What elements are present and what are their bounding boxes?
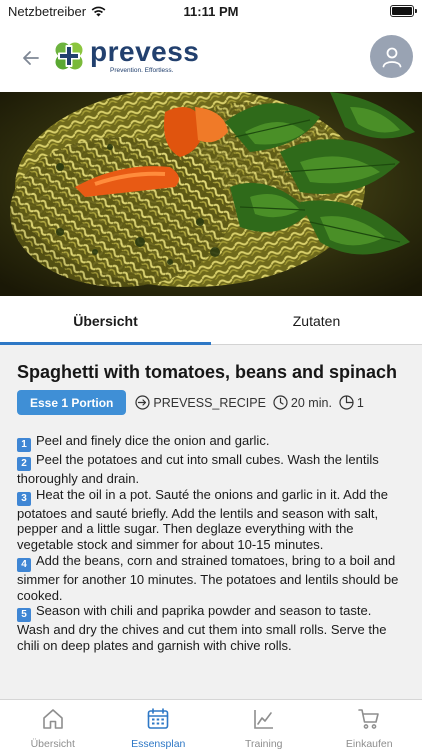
recipe-steps: 1 Peel and finely dice the onion and garl… <box>17 433 405 654</box>
profile-avatar-button[interactable] <box>370 35 413 78</box>
battery-icon <box>390 5 417 17</box>
home-icon <box>42 709 63 729</box>
step-text: Add the beans, corn and strained tomatoe… <box>17 552 399 603</box>
recipe-photo <box>0 92 422 296</box>
chart-icon <box>253 710 273 729</box>
step-text: Peel and finely dice the onion and garli… <box>36 433 270 448</box>
recipe-servings-label: 1 <box>356 395 364 410</box>
step-number-badge: 2 <box>17 457 31 471</box>
status-bar: Netzbetreiber 11:11 PM <box>0 0 422 22</box>
recipe-title: Spaghetti with tomatoes, beans and spina… <box>17 362 398 382</box>
cart-icon <box>358 709 380 729</box>
app-header: prevess Prevention. Effortless. <box>0 22 422 92</box>
clock: 11:11 PM <box>183 4 239 19</box>
pie-portion-icon <box>339 395 354 410</box>
tab-zutaten[interactable]: Zutaten <box>211 296 422 345</box>
tab-uebersicht[interactable]: Übersicht <box>0 296 211 345</box>
recipe-content: Spaghetti with tomatoes, beans and spina… <box>0 345 422 699</box>
nav-label: Übersicht <box>30 738 75 750</box>
recipe-step: 1 Peel and finely dice the onion and garl… <box>17 433 405 452</box>
nav-einkaufen[interactable]: Einkaufen <box>317 700 422 750</box>
recipe-tabs: Übersicht Zutaten <box>0 296 422 345</box>
step-number-badge: 5 <box>17 608 31 623</box>
step-text: Season with chili and paprika powder and… <box>17 603 387 653</box>
nav-label: Training <box>244 738 283 750</box>
step-number-badge: 4 <box>17 557 31 572</box>
clock-icon <box>273 395 288 410</box>
nav-training[interactable]: Training <box>211 700 317 750</box>
recipe-step: 3 Heat the oil in a pot. Sauté the onions… <box>17 487 405 553</box>
logo-tagline: Prevention. Effortless. <box>110 67 174 74</box>
recipe-source: PREVESS_RECIPE <box>135 395 266 410</box>
recipe-step: 2 Peel the potatoes and cut into small cu… <box>17 452 405 487</box>
logo-mark-icon <box>55 42 83 70</box>
step-number-badge: 3 <box>17 491 31 506</box>
source-icon <box>135 395 150 410</box>
nav-essensplan[interactable]: Essensplan <box>106 700 212 750</box>
pasta-dish-image <box>0 92 422 296</box>
recipe-duration-label: 20 min. <box>290 395 332 410</box>
recipe-step: 5 Season with chili and paprika powder an… <box>17 603 405 653</box>
back-button[interactable] <box>18 45 44 71</box>
recipe-servings: 1 <box>339 395 364 410</box>
recipe-source-label: PREVESS_RECIPE <box>153 395 266 410</box>
logo-name: prevess <box>90 36 200 67</box>
bottom-navigation: Übersicht Essensplan Training Einkaufen <box>0 699 422 750</box>
prevess-logo: prevess Prevention. Effortless. <box>52 38 199 74</box>
user-icon <box>382 47 401 67</box>
back-arrow-icon <box>23 51 39 65</box>
calendar-icon <box>147 708 169 729</box>
recipe-step: 4 Add the beans, corn and strained tomato… <box>17 553 405 603</box>
recipe-meta: Esse 1 Portion PREVESS_RECIPE 20 min. 1 <box>17 390 405 415</box>
step-number-badge: 1 <box>17 438 31 452</box>
step-text: Heat the oil in a pot. Sauté the onions … <box>17 486 388 553</box>
step-text: Peel the potatoes and cut into small cub… <box>17 452 379 486</box>
nav-label: Einkaufen <box>345 738 393 750</box>
nav-label: Essensplan <box>131 738 186 750</box>
nav-uebersicht[interactable]: Übersicht <box>0 700 106 750</box>
recipe-duration: 20 min. <box>273 395 332 410</box>
eat-portion-button[interactable]: Esse 1 Portion <box>17 390 127 415</box>
